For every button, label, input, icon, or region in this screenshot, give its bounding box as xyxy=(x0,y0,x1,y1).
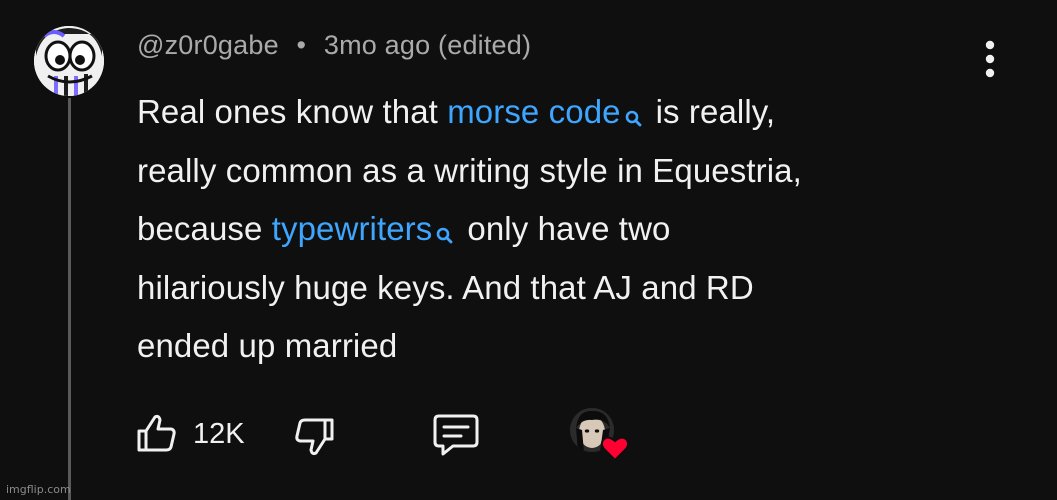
dislike-button[interactable] xyxy=(292,414,336,458)
author-handle[interactable]: @z0r0gabe xyxy=(137,30,279,60)
author-avatar[interactable] xyxy=(34,26,104,96)
comment-line-2: really common as a writing style in Eque… xyxy=(137,151,802,189)
comment-line-1: Real ones know that morse code is really, xyxy=(137,83,987,142)
like-count: 12K xyxy=(193,418,245,450)
thumbs-down-icon xyxy=(295,418,334,456)
search-icon[interactable] xyxy=(435,208,453,267)
comment-body: Real ones know that morse code is really,… xyxy=(137,83,987,376)
search-link-typewriters[interactable]: typewriters xyxy=(272,210,433,247)
comment-timestamp[interactable]: 3mo ago (edited) xyxy=(324,30,531,60)
search-icon[interactable] xyxy=(624,91,642,150)
vertical-ellipsis-icon xyxy=(985,40,995,78)
creator-heart-badge xyxy=(570,408,632,464)
comment-text: Real ones know that xyxy=(137,93,448,130)
comment-text: is really, xyxy=(655,93,776,130)
heart-icon xyxy=(600,434,630,462)
like-button[interactable] xyxy=(135,412,179,456)
comment-icon xyxy=(433,414,479,456)
reply-button[interactable] xyxy=(431,412,481,458)
comment-text: only have two xyxy=(467,210,671,247)
imgflip-watermark: imgflip.com xyxy=(6,483,71,496)
comment-line-4: hilariously huge keys. And that AJ and R… xyxy=(137,268,754,306)
search-link-morse-code[interactable]: morse code xyxy=(447,93,620,130)
thumbs-up-icon xyxy=(137,414,176,452)
meta-separator: • xyxy=(296,30,307,60)
more-actions-button[interactable] xyxy=(976,38,1004,80)
comment-text: because xyxy=(137,210,272,247)
reply-thread-line xyxy=(68,98,71,500)
comment-meta: @z0r0gabe • 3mo ago (edited) xyxy=(137,30,531,61)
comment-line-3: because typewriters only have two xyxy=(137,200,987,259)
comment-line-5: ended up married xyxy=(137,327,398,364)
